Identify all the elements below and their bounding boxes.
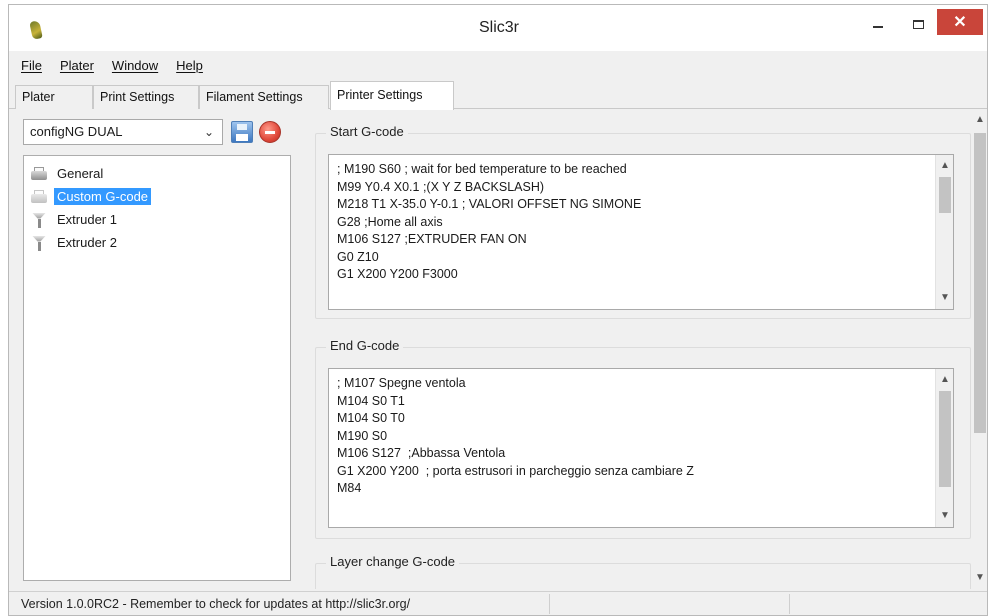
save-preset-button[interactable]: [231, 121, 253, 143]
menu-bar: File Plater Window Help: [9, 53, 987, 77]
status-separator: [549, 594, 550, 614]
code-line: G0 Z10: [337, 249, 379, 264]
start-gcode-scrollbar[interactable]: ▲ ▼: [935, 155, 953, 309]
tab-filament-settings[interactable]: Filament Settings: [199, 85, 329, 109]
funnel-icon: [30, 212, 48, 228]
tree-item-label: Extruder 1: [57, 212, 117, 227]
minimize-button[interactable]: [863, 7, 893, 41]
menu-help[interactable]: Help: [176, 58, 203, 73]
status-separator: [789, 594, 790, 614]
floppy-label-icon: [236, 134, 248, 141]
window-title: Slic3r: [478, 19, 519, 36]
tab-plater[interactable]: Plater: [15, 85, 93, 109]
end-gcode-textarea[interactable]: ; M107 Spegne ventola M104 S0 T1 M104 S0…: [328, 368, 954, 528]
code-line: ; M107 Spegne ventola: [337, 376, 466, 390]
floppy-disk-icon: [237, 124, 247, 130]
scroll-down-icon[interactable]: ▼: [971, 569, 987, 587]
scroll-up-icon[interactable]: ▲: [936, 157, 953, 175]
settings-tree: General Custom G-code Extruder 1 Extrude…: [23, 155, 291, 581]
tree-item-label: General: [57, 166, 104, 181]
tab-print-settings[interactable]: Print Settings: [93, 85, 199, 109]
preset-dropdown[interactable]: configNG DUAL ⌄: [23, 119, 223, 145]
layer-change-gcode-group: Layer change G-code: [315, 554, 971, 589]
start-gcode-group: Start G-code ; M190 S60 ; wait for bed t…: [315, 124, 971, 319]
funnel-icon: [30, 235, 48, 251]
scroll-thumb[interactable]: [974, 133, 986, 433]
settings-scrollbar[interactable]: ▲ ▼: [971, 109, 987, 589]
preset-selected-value: configNG DUAL: [30, 124, 123, 139]
code-line: G1 X200 Y200 F3000: [337, 267, 458, 281]
start-gcode-textarea[interactable]: ; M190 S60 ; wait for bed temperature to…: [328, 154, 954, 310]
scroll-up-icon[interactable]: ▲: [971, 111, 987, 129]
app-window: Slic3r ✕ File Plater Window Help Plater …: [8, 4, 988, 616]
tree-item-label: Custom G-code: [54, 188, 152, 205]
scroll-thumb[interactable]: [939, 177, 951, 213]
code-line: M104 S0 T0: [337, 411, 405, 425]
close-icon: ✕: [953, 14, 967, 31]
minimize-icon: [873, 26, 883, 28]
delete-preset-button[interactable]: [259, 121, 281, 143]
code-line: M106 S127 ;EXTRUDER FAN ON: [337, 232, 527, 246]
scroll-up-icon[interactable]: ▲: [936, 371, 953, 389]
end-gcode-group: End G-code ; M107 Spegne ventola M104 S0…: [315, 338, 971, 539]
printer-icon: [30, 166, 48, 182]
scroll-down-icon[interactable]: ▼: [936, 289, 953, 307]
code-line: ; M190 S60 ; wait for bed temperature to…: [337, 162, 627, 176]
code-line: M99 Y0.4 X0.1 ;(X Y Z BACKSLASH): [337, 179, 545, 194]
maximize-button[interactable]: [903, 7, 933, 41]
menu-plater[interactable]: Plater: [60, 58, 94, 73]
status-text: Version 1.0.0RC2 - Remember to check for…: [21, 597, 411, 611]
code-line: M190 S0: [337, 428, 388, 443]
code-line: M106 S127 ;Abbassa Ventola: [337, 446, 506, 460]
code-line: G28 ;Home all axis: [337, 214, 443, 229]
tree-item-general[interactable]: General: [30, 162, 290, 185]
end-gcode-label: End G-code: [326, 338, 404, 353]
menu-file[interactable]: File: [21, 58, 42, 73]
code-line: M84: [337, 481, 362, 495]
gcode-settings-pane: Start G-code ; M190 S60 ; wait for bed t…: [305, 109, 971, 589]
tree-item-label: Extruder 2: [57, 235, 117, 250]
tree-item-extruder-1[interactable]: Extruder 1: [30, 208, 290, 231]
tab-bar: Plater Print Settings Filament Settings …: [9, 81, 987, 110]
code-line: M218 T1 X-35.0 Y-0.1 ; VALORI OFFSET NG …: [337, 197, 642, 211]
title-bar: Slic3r ✕: [9, 5, 987, 51]
status-bar: Version 1.0.0RC2 - Remember to check for…: [9, 591, 987, 615]
printer-icon: [30, 189, 48, 205]
tree-item-custom-gcode[interactable]: Custom G-code: [30, 185, 290, 208]
maximize-icon: [912, 19, 924, 29]
printer-settings-panel: configNG DUAL ⌄ General Custom G-code Ex…: [15, 109, 987, 589]
scroll-down-icon[interactable]: ▼: [936, 507, 953, 525]
tab-printer-settings[interactable]: Printer Settings: [330, 81, 454, 110]
code-line: M104 S0 T1: [337, 393, 405, 408]
code-line: G1 X200 Y200 ; porta estrusori in parche…: [337, 463, 694, 478]
minus-icon: [265, 131, 275, 134]
close-button[interactable]: ✕: [937, 9, 983, 35]
layer-change-gcode-label: Layer change G-code: [326, 554, 460, 569]
start-gcode-label: Start G-code: [326, 124, 408, 139]
scroll-thumb[interactable]: [939, 391, 951, 487]
chevron-down-icon: ⌄: [203, 125, 214, 139]
tree-item-extruder-2[interactable]: Extruder 2: [30, 231, 290, 254]
menu-window[interactable]: Window: [112, 58, 158, 73]
end-gcode-scrollbar[interactable]: ▲ ▼: [935, 369, 953, 527]
